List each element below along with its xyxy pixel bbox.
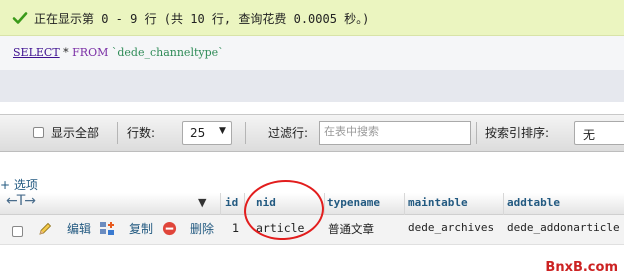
options-toggle-link[interactable]: + 选项 <box>0 176 38 193</box>
rows-select-value: 25 <box>190 126 206 140</box>
delete-icon[interactable] <box>162 221 177 236</box>
sql-from-keyword: FROM <box>72 46 109 59</box>
show-all-checkbox[interactable] <box>33 127 44 138</box>
copy-link[interactable]: 复制 <box>129 220 153 237</box>
sql-query-text[interactable]: SELECT * FROM `dede_channeltype` <box>13 46 224 59</box>
filter-rows-input[interactable]: 在表中搜索 <box>319 121 471 145</box>
check-icon <box>12 12 28 24</box>
toolbar-divider <box>245 122 246 144</box>
delete-link[interactable]: 删除 <box>190 220 214 237</box>
cell-maintable: dede_archives <box>408 221 495 234</box>
column-header-typename[interactable]: typename <box>327 196 380 209</box>
cell-id: 1 <box>232 221 240 235</box>
sort-by-index-select[interactable]: 无 <box>574 121 624 145</box>
edit-link[interactable]: 编辑 <box>67 220 91 237</box>
sort-dropdown-icon[interactable]: ▼ <box>198 196 206 209</box>
show-all-label: 显示全部 <box>51 126 100 140</box>
chevron-down-icon: ▼ <box>219 126 226 136</box>
sort-select-value: 无 <box>583 128 596 142</box>
sql-select-keyword[interactable]: SELECT <box>13 46 60 59</box>
cell-addtable: dede_addonarticle <box>507 221 620 234</box>
sort-by-index-label: 按索引排序: <box>485 126 550 140</box>
rows-select[interactable]: 25 ▼ <box>182 121 232 145</box>
column-header-maintable[interactable]: maintable <box>408 196 468 209</box>
column-header-id[interactable]: id <box>225 196 238 209</box>
sql-table-name: `dede_channeltype` <box>108 46 224 59</box>
column-header-addtable[interactable]: addtable <box>507 196 560 209</box>
resize-columns-icon[interactable]: ←T→ <box>6 193 36 209</box>
sql-star: * <box>59 46 73 59</box>
row-select-checkbox[interactable] <box>12 226 23 237</box>
success-message: 正在显示第 0 - 9 行 (共 10 行, 查询花费 0.0005 秒。) <box>34 12 370 26</box>
toolbar-divider <box>476 122 477 144</box>
watermark: BnxB.com <box>545 260 618 275</box>
toolbar-divider <box>117 122 118 144</box>
filter-rows-label: 过滤行: <box>268 126 309 140</box>
pencil-icon[interactable] <box>37 221 53 237</box>
copy-icon[interactable] <box>99 220 117 238</box>
rows-label: 行数: <box>127 126 156 140</box>
cell-typename: 普通文章 <box>328 222 374 236</box>
